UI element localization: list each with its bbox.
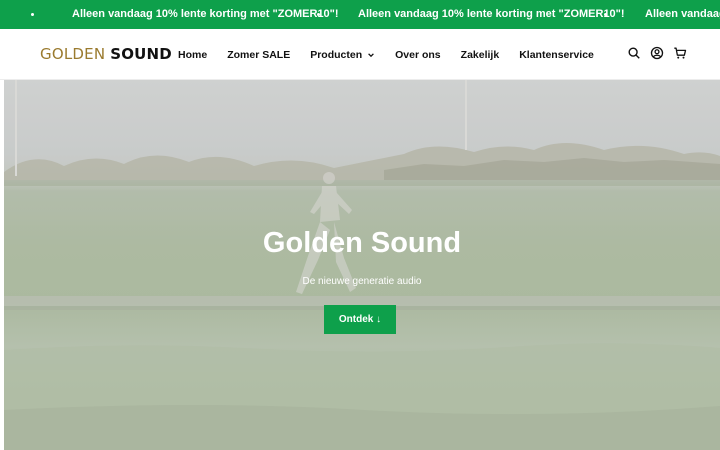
hero-banner: Golden Sound De nieuwe generatie audio O…	[4, 80, 720, 450]
announcement-text: Alleen vandaag 10% lente korting met "ZO…	[645, 8, 720, 20]
logo-text-sound: SOUND	[110, 45, 172, 63]
bullet-dot	[317, 13, 320, 16]
nav-zomer-sale[interactable]: Zomer SALE	[227, 49, 290, 61]
nav-zakelijk[interactable]: Zakelijk	[461, 49, 500, 61]
nav-klantenservice[interactable]: Klantenservice	[519, 49, 594, 61]
nav-producten-label: Producten	[310, 48, 363, 61]
hero-subtitle: De nieuwe generatie audio	[302, 276, 422, 287]
chevron-down-icon	[368, 52, 374, 57]
header-actions	[627, 46, 687, 60]
nav-over-ons[interactable]: Over ons	[395, 49, 441, 61]
main-nav: Home Zomer SALE Producten Over ons Zakel…	[178, 29, 614, 80]
announcement-text: Alleen vandaag 10% lente korting met "ZO…	[358, 8, 625, 20]
cart-icon[interactable]	[673, 46, 687, 60]
nav-producten[interactable]: Producten	[310, 49, 375, 61]
discover-button[interactable]: Ontdek ↓	[324, 305, 396, 334]
hero-overlay	[4, 80, 720, 450]
announcement-bar: Alleen vandaag 10% lente korting met "ZO…	[0, 0, 720, 29]
nav-home[interactable]: Home	[178, 49, 207, 61]
announcement-text: Alleen vandaag 10% lente korting met "ZO…	[72, 8, 339, 20]
hero-title: Golden Sound	[262, 227, 462, 259]
logo[interactable]: GOLDEN SOUND	[40, 45, 172, 63]
search-icon[interactable]	[627, 46, 641, 60]
bullet-dot	[31, 13, 34, 16]
logo-text-golden: GOLDEN	[40, 45, 106, 63]
account-icon[interactable]	[650, 46, 664, 60]
site-header: GOLDEN SOUND Home Zomer SALE Producten O…	[0, 29, 720, 80]
bullet-dot	[604, 13, 607, 16]
